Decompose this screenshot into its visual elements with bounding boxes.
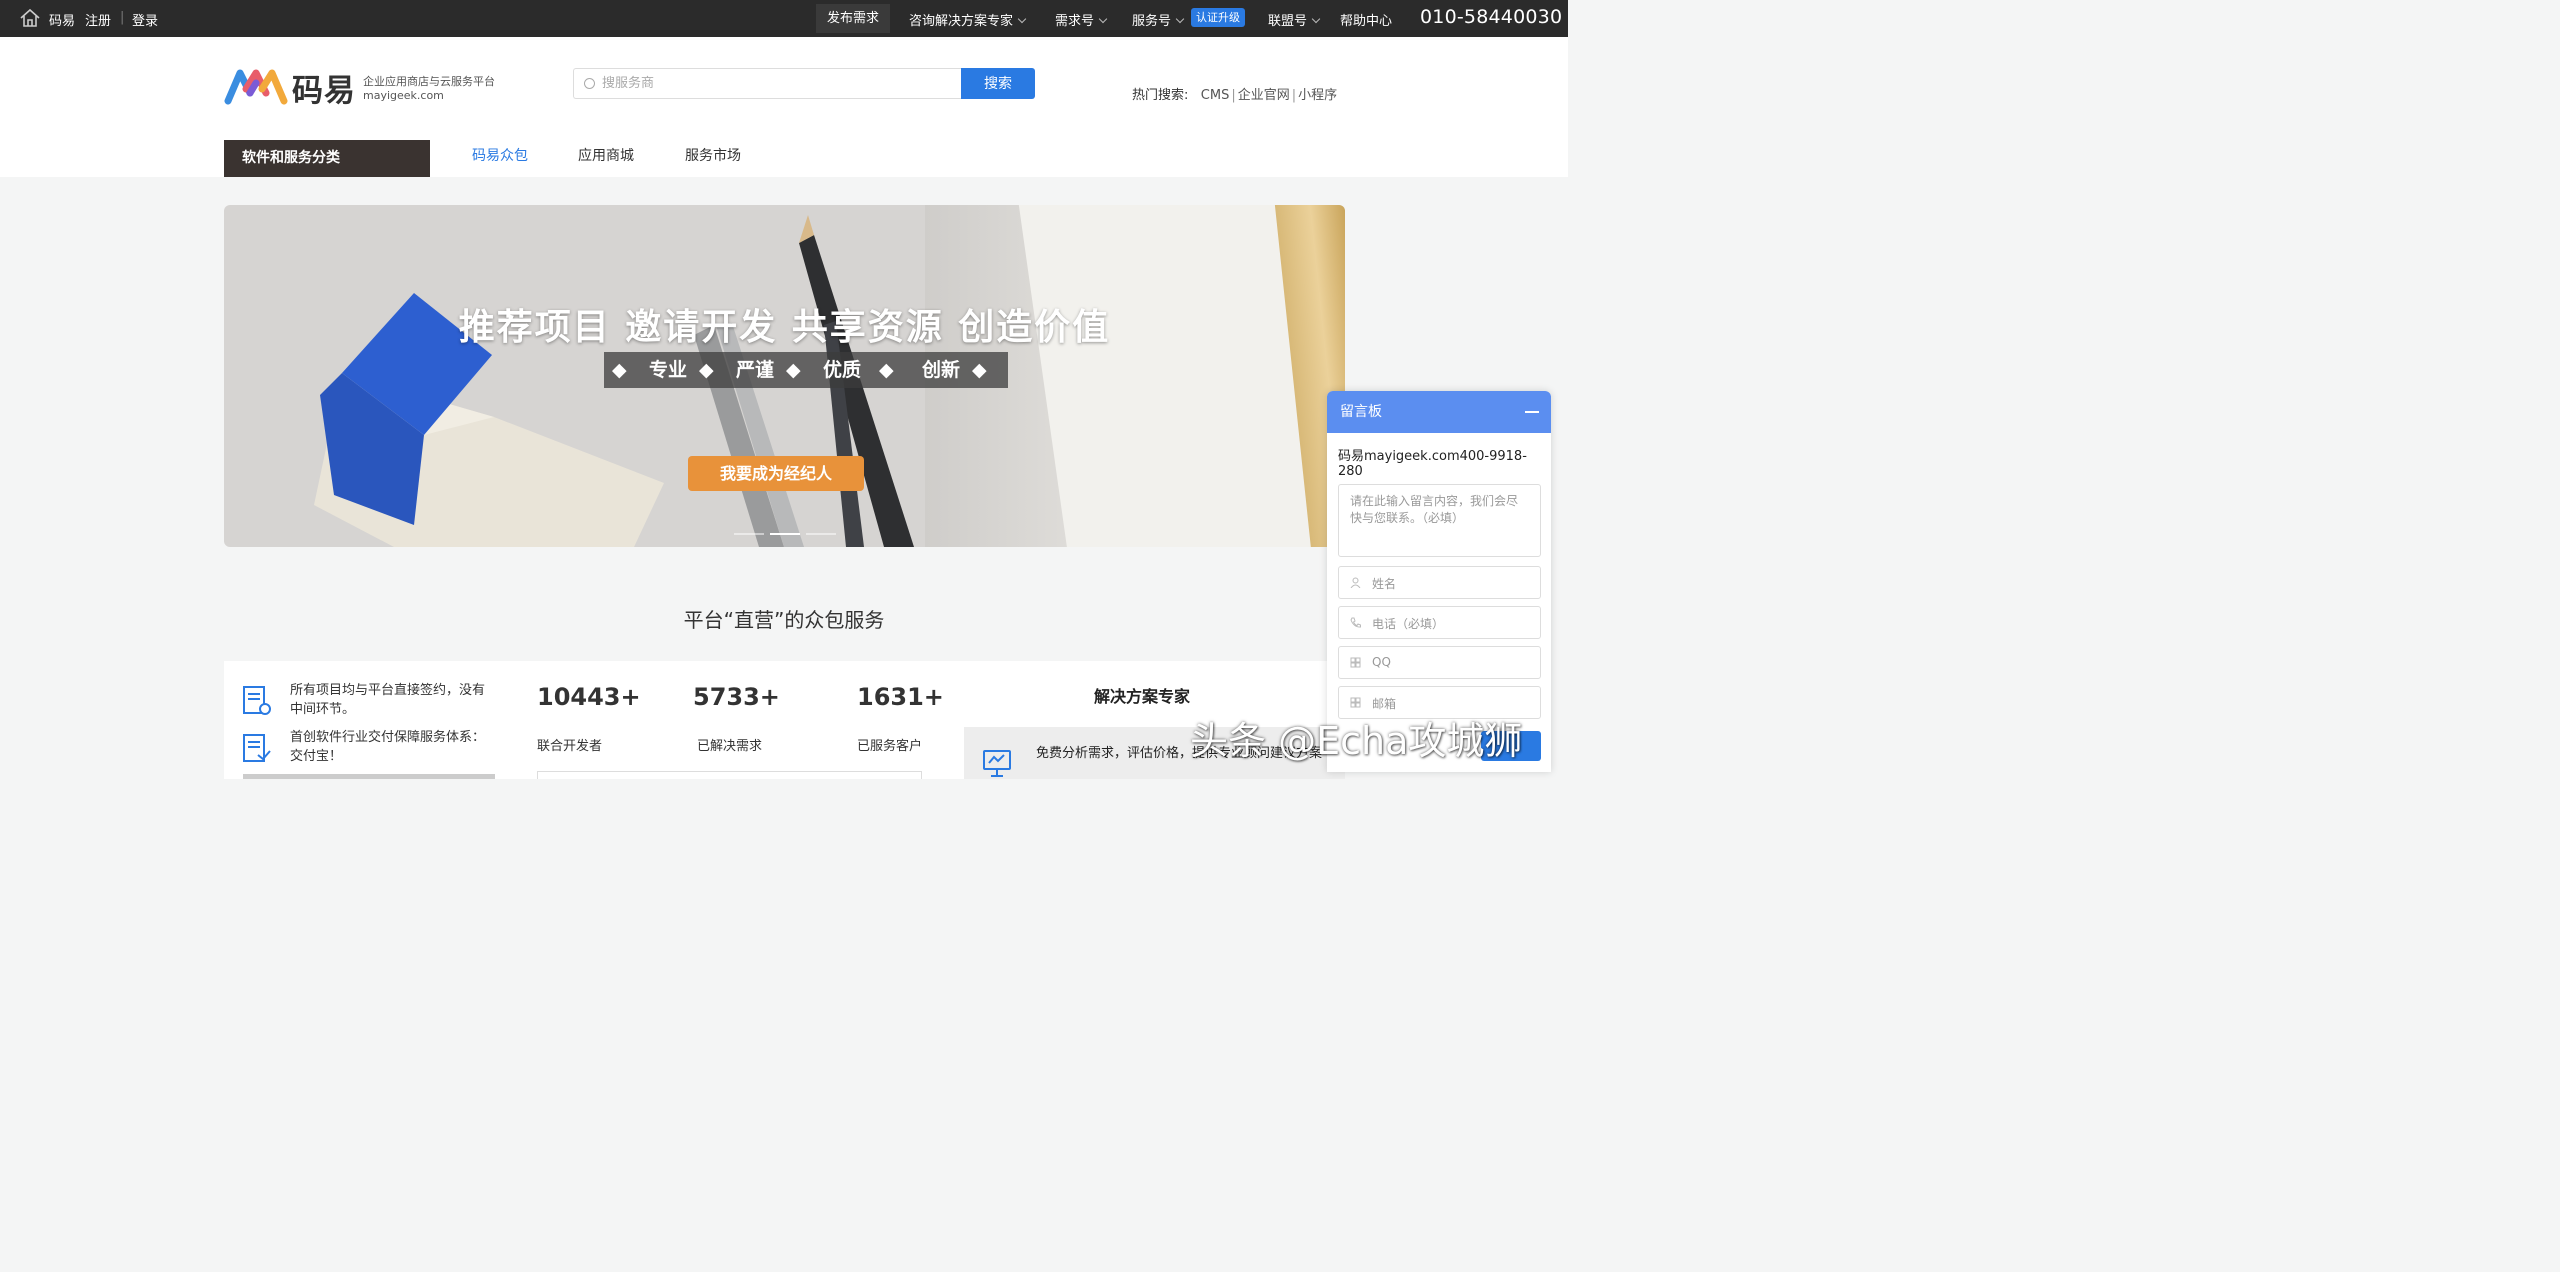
message-board-header[interactable]: 留言板 [1327, 391, 1551, 433]
chevron-down-icon [1017, 14, 1027, 24]
diamond-icon: ◆ [699, 359, 714, 381]
carousel-dot-active[interactable] [770, 533, 800, 535]
hot-item-website[interactable]: 企业官网 [1238, 88, 1290, 103]
stats-input-partial[interactable] [537, 771, 922, 779]
feature-delivery-guarantee: 首创软件行业交付保障服务体系：交付宝！ [290, 730, 486, 764]
divider: | [120, 10, 125, 25]
hot-searches: 热门搜索: CMS | 企业官网 | 小程序 [1132, 84, 1337, 103]
nav-label: 联盟号 [1268, 14, 1308, 29]
stat-clients-label: 已服务客户 [857, 739, 923, 754]
become-agent-button[interactable]: 我要成为经纪人 [688, 456, 864, 491]
hot-label: 热门搜索: [1132, 88, 1189, 103]
hero-banner[interactable]: 推荐项目 邀请开发 共享资源 创造价值 ◆ 专业 ◆ 严谨 ◆ 优质 ◆ 创新 … [224, 205, 1345, 547]
message-textarea[interactable]: 请在此输入留言内容，我们会尽快与您联系。（必填） [1338, 484, 1541, 557]
qq-field[interactable]: QQ [1338, 646, 1541, 679]
chevron-down-icon [1311, 14, 1321, 24]
carousel-dot[interactable] [734, 533, 764, 535]
diamond-icon: ◆ [612, 359, 627, 381]
name-placeholder: 姓名 [1372, 577, 1397, 591]
brand-link[interactable]: 码易 [49, 10, 75, 29]
slogan-domain: mayigeek.com [363, 89, 444, 102]
tab-service-market[interactable]: 服务市场 [685, 145, 741, 165]
tab-app-store[interactable]: 应用商城 [578, 145, 634, 165]
phone-icon [1350, 617, 1361, 628]
nav-service-account[interactable]: 服务号 [1132, 10, 1185, 29]
stat-clients-value: 1631+ [857, 683, 944, 711]
monitor-analysis-icon [983, 750, 1011, 777]
tag-rigorous: 严谨 [736, 359, 775, 381]
nav-alliance-account[interactable]: 联盟号 [1268, 10, 1321, 29]
contract-icon [243, 686, 271, 715]
message-board-title: 留言板 [1340, 404, 1382, 420]
publish-demand-button[interactable]: 发布需求 [816, 4, 890, 33]
nav-help-center[interactable]: 帮助中心 [1340, 10, 1392, 29]
mayi-logo-icon[interactable] [224, 67, 289, 105]
header: 码易 企业应用商店与云服务平台 mayigeek.com 搜索 热门搜索: CM… [0, 37, 1568, 177]
user-icon [1350, 577, 1361, 588]
top-bar: 码易 注册 | 登录 发布需求 咨询解决方案专家 需求号 服务号 认证升级 联盟… [0, 0, 1568, 37]
login-link[interactable]: 登录 [132, 10, 158, 29]
phone-field[interactable]: 电话（必填） [1338, 606, 1541, 639]
search-input[interactable] [602, 69, 952, 98]
register-link[interactable]: 注册 [85, 10, 111, 29]
divider: | [1291, 88, 1297, 103]
home-icon[interactable] [19, 8, 41, 28]
carousel-dot[interactable] [806, 533, 836, 535]
nav-label: 咨询解决方案专家 [909, 14, 1014, 29]
certify-upgrade-badge[interactable]: 认证升级 [1191, 8, 1245, 27]
search-icon [584, 78, 595, 89]
grid-icon [1350, 657, 1361, 668]
search-box[interactable] [573, 68, 961, 99]
site-slogan: 企业应用商店与云服务平台 mayigeek.com [363, 75, 495, 103]
chevron-down-icon [1098, 14, 1108, 24]
stat-solved-value: 5733+ [693, 683, 780, 711]
hot-item-miniprogram[interactable]: 小程序 [1298, 88, 1337, 103]
name-field[interactable]: 姓名 [1338, 566, 1541, 599]
service-panel: 所有项目均与平台直接签约，没有中间环节。 首创软件行业交付保障服务体系：交付宝！… [224, 661, 1345, 779]
logo-text[interactable]: 码易 [292, 65, 356, 110]
hot-item-cms[interactable]: CMS [1201, 88, 1230, 103]
diamond-icon: ◆ [972, 359, 987, 381]
tag-quality: 优质 [823, 359, 862, 381]
diamond-icon: ◆ [879, 359, 894, 381]
stat-developers-value: 10443+ [537, 683, 641, 711]
category-menu-button[interactable]: 软件和服务分类 [224, 140, 430, 177]
expert-title: 解决方案专家 [1094, 687, 1191, 706]
nav-label: 服务号 [1132, 14, 1172, 29]
nav-demand-account[interactable]: 需求号 [1055, 10, 1108, 29]
slogan-line: 企业应用商店与云服务平台 [363, 75, 495, 88]
stat-developers-label: 联合开发者 [537, 739, 603, 754]
watermark-text: 头条 @Echa攻城狮 [1190, 719, 1523, 763]
qq-placeholder: QQ [1372, 655, 1391, 669]
search-button[interactable]: 搜索 [961, 68, 1035, 99]
delivery-guarantee-icon [243, 734, 271, 762]
diamond-icon: ◆ [786, 359, 801, 381]
hotline-phone: 010-58440030 [1420, 6, 1563, 28]
stat-solved-label: 已解决需求 [697, 739, 763, 754]
feature-direct-contract: 所有项目均与平台直接签约，没有中间环节。 [290, 683, 486, 717]
nav-label: 需求号 [1055, 14, 1095, 29]
nav-consult-expert[interactable]: 咨询解决方案专家 [909, 10, 1027, 29]
minimize-icon[interactable] [1525, 411, 1539, 413]
chevron-down-icon [1175, 14, 1185, 24]
phone-placeholder: 电话（必填） [1372, 617, 1445, 631]
feature-button-partial[interactable] [243, 774, 495, 779]
divider: | [1231, 88, 1236, 103]
tag-innovation: 创新 [922, 359, 961, 381]
tag-professional: 专业 [649, 359, 688, 381]
message-board-contact: 码易mayigeek.com400-9918-280 [1338, 449, 1527, 479]
banner-tagline: ◆ 专业 ◆ 严谨 ◆ 优质 ◆ 创新 ◆ [604, 352, 1008, 388]
banner-title: 推荐项目 邀请开发 共享资源 创造价值 [458, 307, 1111, 348]
grid-icon [1350, 697, 1361, 708]
tab-crowdsourcing[interactable]: 码易众包 [472, 145, 528, 165]
